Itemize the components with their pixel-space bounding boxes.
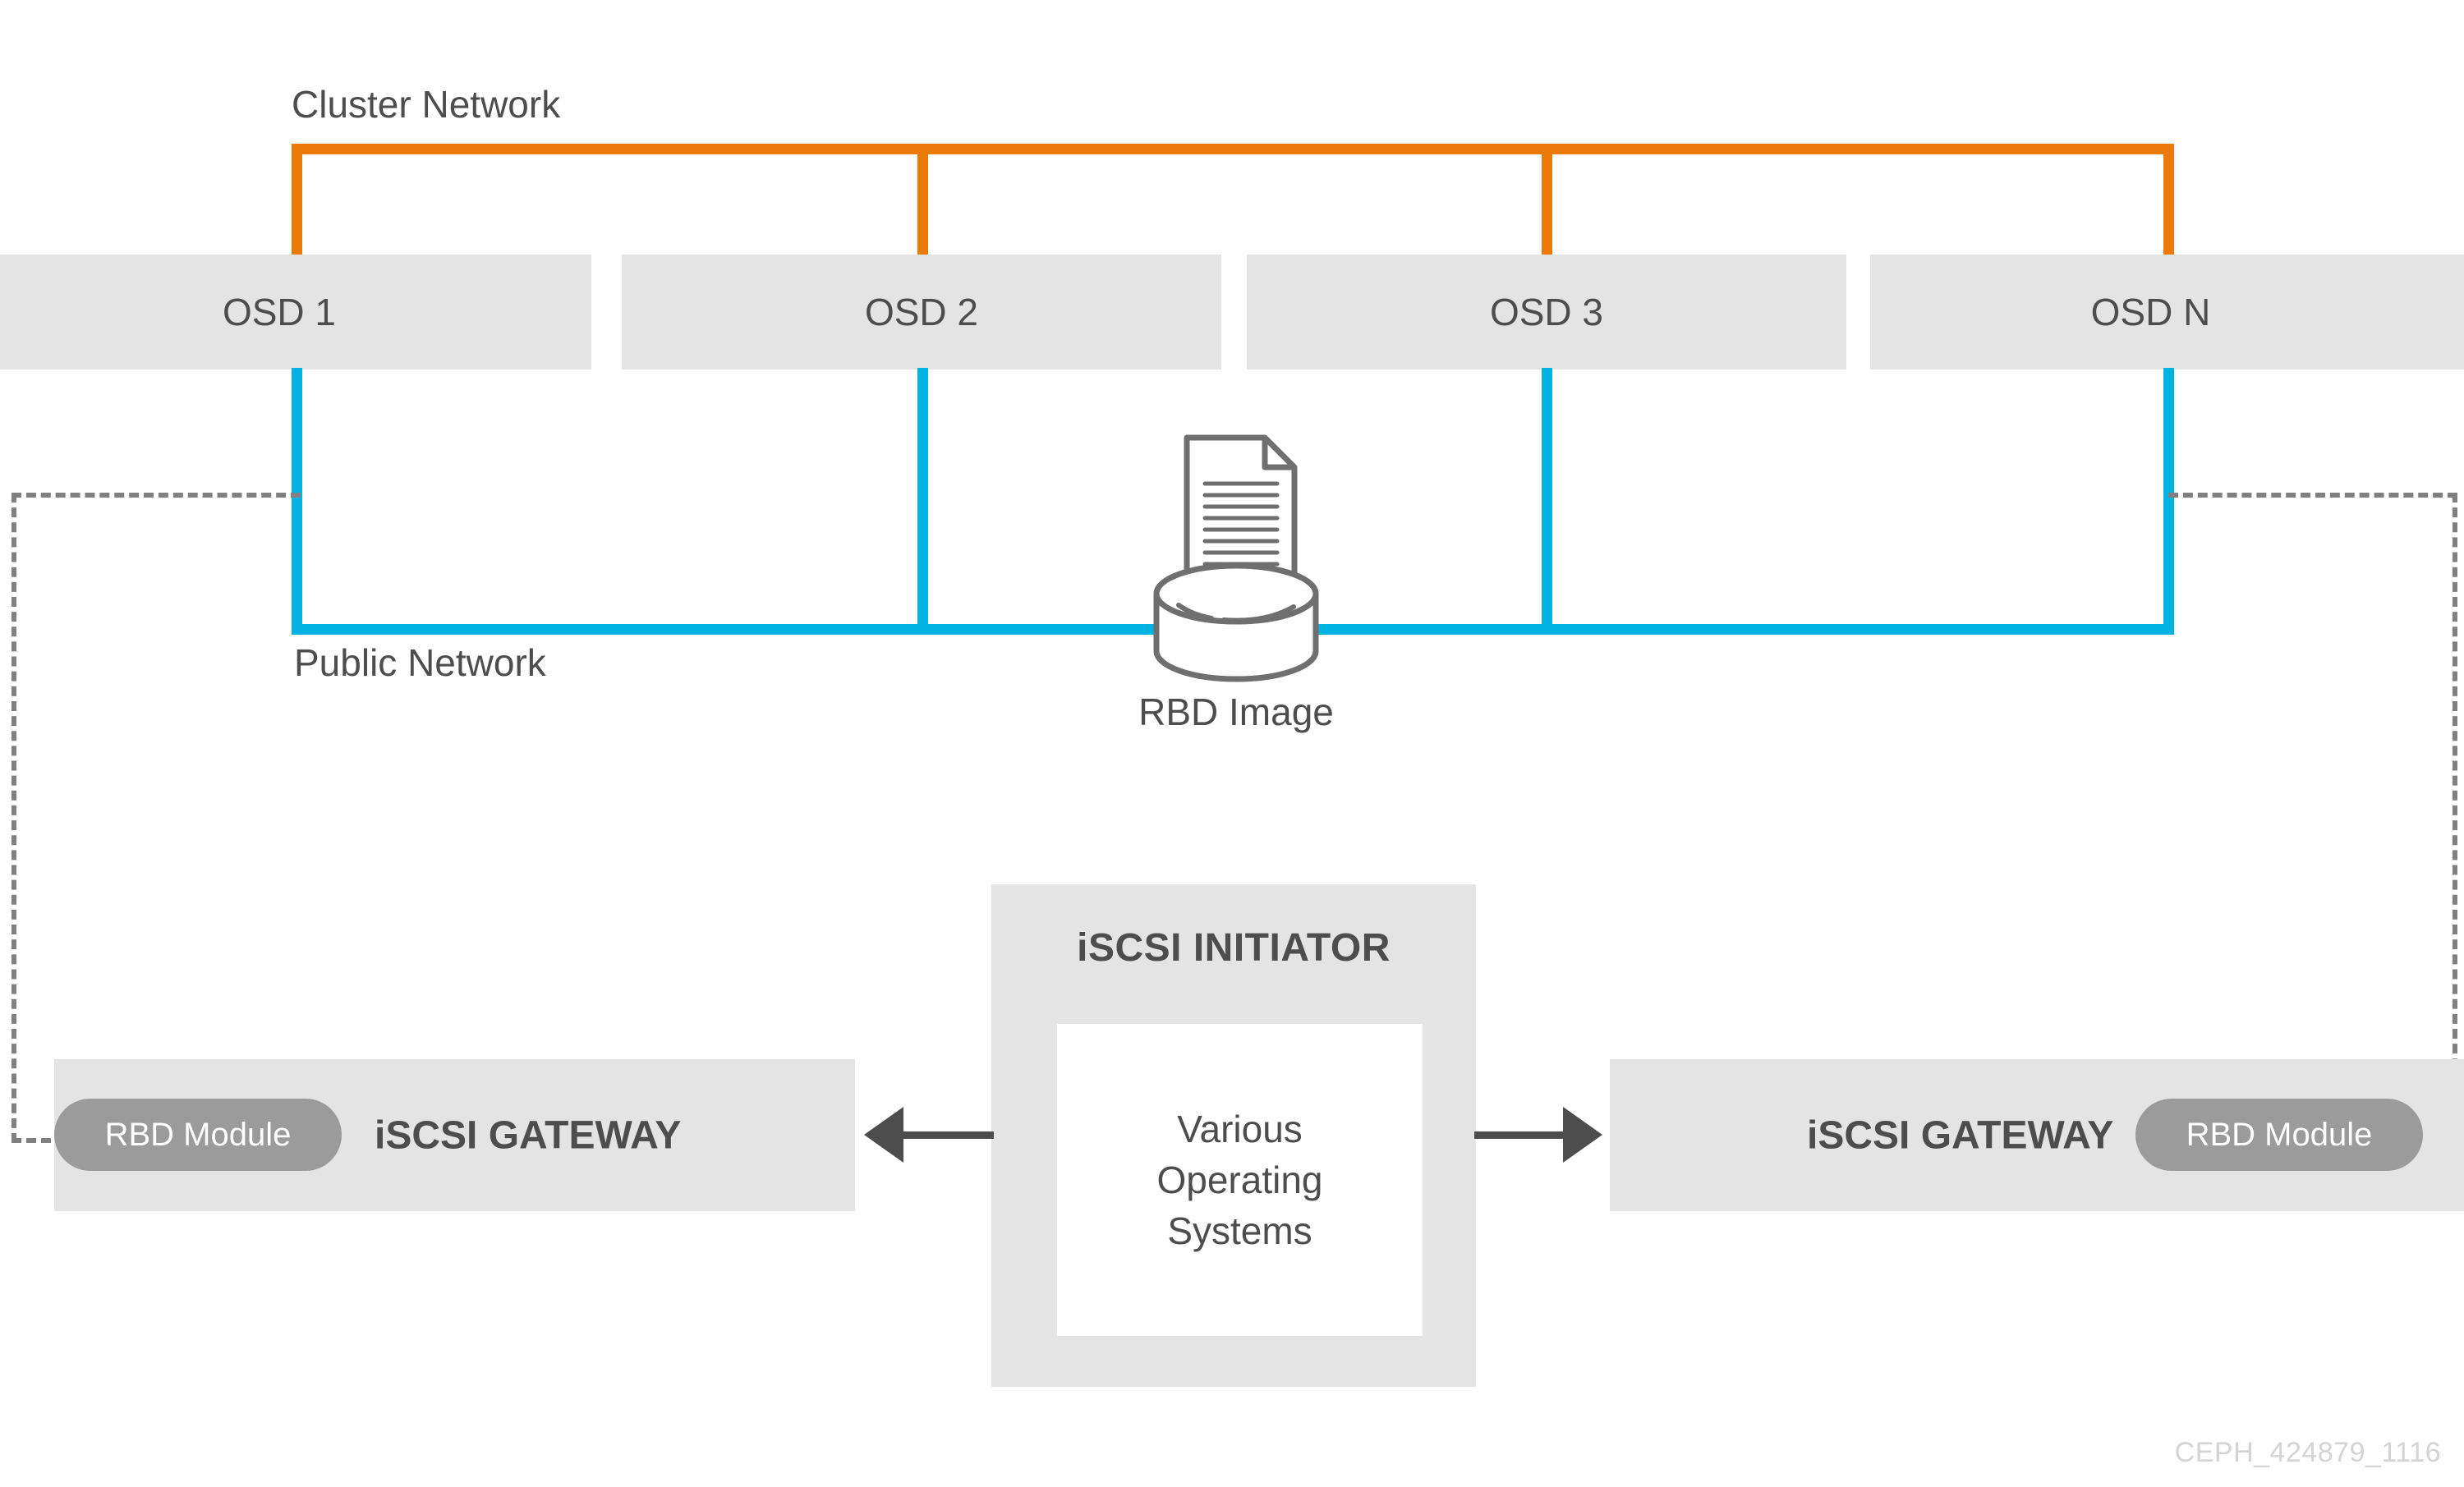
dashed-path-right-vertical: [2453, 493, 2457, 1143]
public-network-riser-osd1: [292, 368, 302, 635]
initiator-os-text: Various Operating Systems: [1057, 1104, 1423, 1256]
arrow-to-left-gateway-shaft: [903, 1131, 994, 1139]
osd-box-1[interactable]: OSD 1: [0, 255, 591, 369]
iscsi-initiator-title: iSCSI INITIATOR: [1077, 926, 1391, 970]
osd-box-2-label: OSD 2: [864, 291, 979, 333]
iscsi-gateway-right-label: iSCSI GATEWAY: [1807, 1113, 2114, 1157]
watermark-text: CEPH_424879_1116: [2174, 1437, 2441, 1468]
diagram-canvas: Cluster Network OSD 1 OSD 2 OSD 3 OSD N …: [0, 0, 2464, 1487]
public-network-riser-osdn: [2163, 368, 2174, 635]
arrow-to-right-gateway-shaft: [1474, 1131, 1565, 1139]
initiator-os-line-1: Various: [1177, 1107, 1303, 1150]
osd-box-2[interactable]: OSD 2: [622, 255, 1221, 369]
dashed-path-left-vertical: [11, 493, 16, 1143]
cluster-network-drop-osd3: [1542, 144, 1552, 255]
initiator-os-panel: Various Operating Systems: [1057, 1024, 1423, 1336]
cluster-network-bus: [292, 144, 2174, 154]
cluster-network-label: Cluster Network: [292, 83, 561, 126]
cluster-network-drop-osdn: [2163, 144, 2174, 255]
osd-box-3[interactable]: OSD 3: [1247, 255, 1846, 369]
public-network-label: Public Network: [294, 641, 546, 684]
initiator-os-line-2: Operating: [1156, 1158, 1323, 1201]
osd-box-3-label: OSD 3: [1489, 291, 1604, 333]
osd-box-n[interactable]: OSD N: [1870, 255, 2464, 369]
iscsi-initiator-box[interactable]: iSCSI INITIATOR Various Operating System…: [991, 884, 1476, 1387]
rbd-module-badge-right[interactable]: RBD Module: [2135, 1099, 2423, 1171]
dashed-path-left-top: [11, 493, 301, 498]
public-network-riser-osd2: [917, 368, 928, 635]
iscsi-gateway-left-label: iSCSI GATEWAY: [375, 1113, 682, 1157]
public-network-riser-osd3: [1542, 368, 1552, 635]
osd-box-n-label: OSD N: [2090, 291, 2211, 333]
osd-box-1-label: OSD 1: [222, 291, 337, 333]
arrow-to-right-gateway-head: [1563, 1107, 1602, 1163]
initiator-os-line-3: Systems: [1167, 1209, 1312, 1253]
rbd-image-caption: RBD Image: [1138, 691, 1334, 733]
cluster-network-drop-osd2: [917, 144, 928, 255]
rbd-module-badge-left[interactable]: RBD Module: [54, 1099, 342, 1171]
cluster-network-drop-osd1: [292, 144, 302, 255]
arrow-to-left-gateway-head: [864, 1107, 903, 1163]
document-on-disk-icon: [1153, 434, 1319, 682]
dashed-path-right-top: [2168, 493, 2457, 498]
rbd-image-icon: [1142, 431, 1331, 694]
